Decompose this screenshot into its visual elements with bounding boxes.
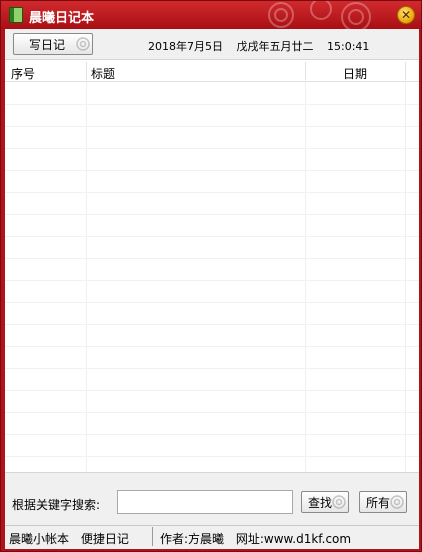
status-bar: 晨曦小帐本 便捷日记 作者:方晨曦 网址:www.d1kf.com (5, 525, 419, 547)
swirl-icon (332, 495, 346, 509)
grid-line (5, 236, 419, 237)
grid-line (5, 456, 419, 457)
status-divider (152, 527, 153, 546)
app-window: 晨曦日记本 ✕ 写日记 2018年7月5日 戊戌年五月廿二 15:0:41 序号 (0, 0, 422, 552)
find-label: 查找 (307, 495, 332, 510)
grid-line (5, 170, 419, 171)
swirl-icon (76, 37, 90, 51)
notebook-icon (9, 7, 23, 23)
write-diary-label: 写日记 (28, 37, 65, 52)
window-title: 晨曦日记本 (29, 11, 95, 26)
grid-line (405, 82, 406, 472)
grid-line (5, 302, 419, 303)
current-date: 2018年7月5日 (148, 40, 223, 53)
write-diary-button[interactable]: 写日记 (13, 33, 93, 55)
search-bar: 根据关键字搜索: 查找 所有 (5, 477, 419, 517)
search-label: 根据关键字搜索: (12, 498, 101, 512)
client-area: 写日记 2018年7月5日 戊戌年五月廿二 15:0:41 序号 标题 日期 根… (5, 29, 419, 549)
column-header-date[interactable]: 日期 (343, 65, 367, 82)
close-button[interactable]: ✕ (397, 6, 415, 24)
lunar-date: 戊戌年五月廿二 (236, 40, 314, 53)
grid-line (5, 192, 419, 193)
status-info: 作者:方晨曦 网址:www.d1kf.com (160, 530, 359, 547)
grid-line (5, 280, 419, 281)
grid-line (5, 126, 419, 127)
grid-line (5, 258, 419, 259)
swirl-decoration (268, 1, 371, 29)
diary-list[interactable]: 序号 标题 日期 (5, 59, 419, 473)
column-separator[interactable] (305, 62, 306, 80)
column-separator[interactable] (86, 62, 87, 80)
grid-line (5, 214, 419, 215)
grid-line (5, 104, 419, 105)
find-button[interactable]: 查找 (301, 491, 349, 513)
column-separator[interactable] (405, 62, 406, 80)
datetime-display: 2018年7月5日 戊戌年五月廿二 15:0:41 (148, 38, 379, 54)
website-text[interactable]: 网址:www.d1kf.com (236, 532, 351, 546)
close-icon: ✕ (400, 8, 412, 22)
quick-diary-link[interactable]: 便捷日记 (81, 532, 129, 546)
grid-line (305, 82, 306, 472)
column-header-index[interactable]: 序号 (11, 65, 35, 82)
swirl-icon (390, 495, 404, 509)
grid-line (5, 148, 419, 149)
column-header-title[interactable]: 标题 (91, 65, 115, 82)
grid-line (5, 412, 419, 413)
title-bar[interactable]: 晨曦日记本 ✕ (1, 1, 421, 29)
ledger-link[interactable]: 晨曦小帐本 (9, 532, 69, 546)
current-time: 15:0:41 (327, 40, 370, 53)
author-text: 作者:方晨曦 (160, 532, 225, 546)
grid-line (5, 434, 419, 435)
list-header: 序号 标题 日期 (5, 60, 419, 82)
grid-line (5, 368, 419, 369)
status-links: 晨曦小帐本 便捷日记 (9, 530, 137, 547)
show-all-button[interactable]: 所有 (359, 491, 407, 513)
grid-line (5, 390, 419, 391)
search-input[interactable] (117, 490, 293, 514)
toolbar: 写日记 2018年7月5日 戊戌年五月廿二 15:0:41 (5, 29, 419, 59)
grid-line (5, 346, 419, 347)
grid-line (86, 82, 87, 472)
show-all-label: 所有 (365, 495, 390, 510)
grid-line (5, 324, 419, 325)
